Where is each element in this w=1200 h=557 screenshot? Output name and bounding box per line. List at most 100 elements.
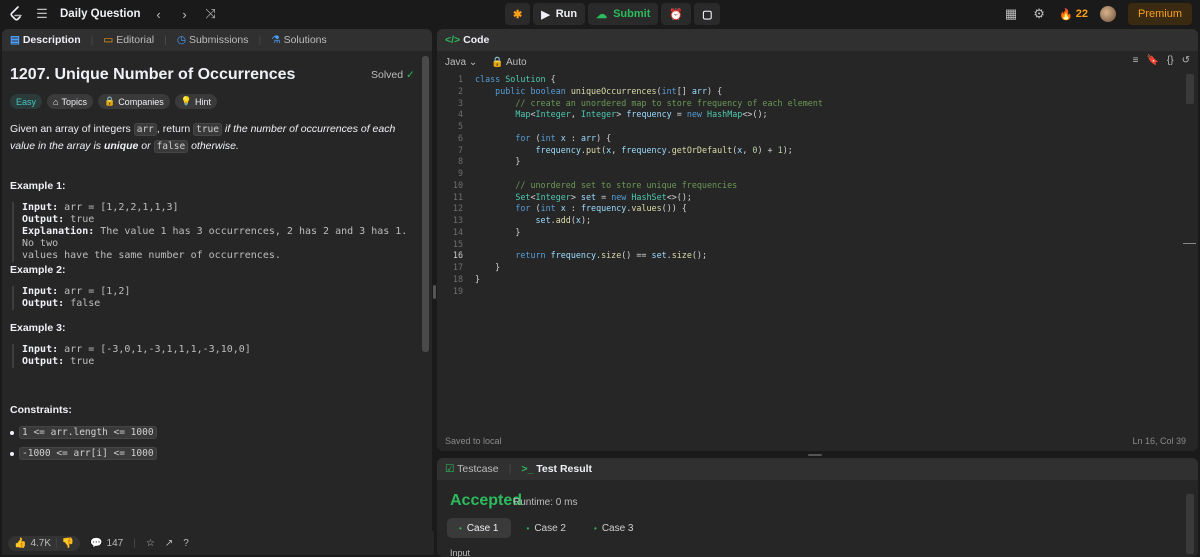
bookmark-icon[interactable]: 🔖	[1146, 55, 1158, 66]
code-line: 6 for (int x : arr) {	[457, 132, 612, 143]
case-tab-1[interactable]: • Case 1	[447, 518, 511, 538]
streak-counter[interactable]: 🔥 22	[1059, 8, 1088, 21]
result-scrollbar[interactable]	[1186, 494, 1194, 554]
code-line: 13 set.add(x);	[452, 215, 592, 225]
example-1-title: Example 1:	[10, 180, 66, 192]
panel-resize-handle[interactable]	[433, 285, 436, 299]
share-icon[interactable]: ↗	[165, 538, 173, 549]
case-tab-2[interactable]: • Case 2	[515, 518, 579, 538]
braces-icon[interactable]: {}	[1167, 55, 1174, 66]
shuffle-icon[interactable]: ⤨	[203, 6, 219, 22]
description-footer: 👍 4.7K | 👎 💬 147 | ☆ ↗ ?	[2, 531, 434, 555]
code-line: 8 }	[457, 156, 521, 167]
fire-icon: 🔥	[1059, 8, 1073, 21]
case-tab-3[interactable]: • Case 3	[582, 518, 646, 538]
problem-tags: Easy ⌂ Topics 🔒 Companies 💡 Hint	[10, 94, 217, 109]
like-button[interactable]: 👍 4.7K | 👎	[8, 535, 81, 551]
comments-button[interactable]: 💬 147	[90, 538, 123, 549]
problem-list-title[interactable]: Daily Question	[60, 8, 141, 20]
code-scrollbar[interactable]	[1186, 74, 1194, 104]
autocomplete-mode[interactable]: 🔒 Auto	[491, 57, 526, 68]
premium-button[interactable]: Premium	[1127, 3, 1192, 25]
save-status: Saved to local	[445, 436, 502, 446]
help-icon[interactable]: ?	[183, 538, 189, 549]
vertical-resize-handle[interactable]	[808, 454, 822, 456]
submit-label: Submit	[613, 8, 651, 20]
code-brackets-icon: </>	[445, 34, 461, 46]
next-problem-icon[interactable]: ›	[177, 7, 193, 22]
code-line: 9	[457, 168, 463, 178]
companies-tag[interactable]: 🔒 Companies	[97, 94, 170, 109]
constraint-item: -1000 <= arr[i] <= 1000	[10, 447, 157, 460]
document-icon: ▤	[10, 34, 20, 46]
layout-icon[interactable]: ▦	[1003, 6, 1019, 22]
tab-test-result[interactable]: >_ Test Result	[521, 463, 592, 475]
tag-icon: ⌂	[53, 96, 59, 107]
lock-icon: 🔒	[103, 96, 116, 106]
code-line: 14 }	[452, 226, 521, 237]
timer-button[interactable]: ⏰	[661, 3, 692, 25]
example-2-title: Example 2:	[10, 264, 66, 276]
like-count: 4.7K	[30, 537, 52, 549]
code-toolbar: Java ⌄ 🔒 Auto ≡ 🔖 {} ↺	[437, 52, 1198, 72]
code-line: 17 }	[452, 262, 501, 272]
bullet	[10, 451, 14, 456]
play-icon: ▶	[541, 8, 550, 21]
tab-solutions[interactable]: ⚗ Solutions	[271, 34, 327, 46]
code-tab-bar: </> Code	[437, 29, 1198, 51]
result-panel: ☑ Testcase | >_ Test Result Accepted Run…	[437, 458, 1198, 557]
input-label: Input	[450, 548, 471, 557]
avatar[interactable]	[1099, 6, 1116, 22]
reset-icon[interactable]: ↺	[1182, 55, 1190, 66]
code-line: 2 public boolean uniqueOccurrences(int[]…	[457, 85, 723, 96]
prev-problem-icon[interactable]: ‹	[151, 7, 167, 22]
settings-gear-icon[interactable]: ⚙	[1031, 6, 1047, 22]
code-line-current: 16 return frequency.size() == set.size()…	[452, 250, 708, 261]
lock-icon: 🔒	[491, 56, 504, 68]
pass-dot-icon: •	[459, 523, 462, 533]
code-line: 1 class Solution {	[457, 74, 556, 84]
topics-tag[interactable]: ⌂ Topics	[47, 94, 93, 109]
code-line: 7 frequency.put(x, frequency.getOrDefaul…	[457, 144, 793, 155]
code-line: 11 Set<Integer> set = new HashSet<>();	[452, 191, 692, 202]
hint-tag[interactable]: 💡 Hint	[174, 94, 217, 109]
constraints-title: Constraints:	[10, 404, 72, 416]
example-3-block: Input: arr = [-3,0,1,-3,1,1,1,-3,10,0] O…	[12, 344, 408, 368]
description-tabs: ▤ Description | ▭ Editorial | ◷ Submissi…	[2, 29, 432, 51]
terminal-icon: >_	[521, 463, 534, 475]
solved-status: Solved ✓	[371, 69, 415, 81]
leetcode-logo-icon[interactable]	[8, 6, 24, 22]
run-button[interactable]: ▶ Run	[533, 3, 586, 25]
notes-button[interactable]: ▢	[694, 3, 721, 25]
tab-code[interactable]: </> Code	[445, 34, 489, 46]
submit-button[interactable]: ☁ Submit	[588, 3, 659, 25]
code-line: 5	[457, 121, 463, 131]
result-status: Accepted	[450, 492, 523, 509]
problem-list-icon[interactable]: ☰	[34, 6, 50, 22]
cursor-line-marker	[1183, 243, 1196, 244]
code-line: 4 Map<Integer, Integer> frequency = new …	[457, 109, 768, 120]
case-tabs: • Case 1 • Case 2 • Case 3	[447, 518, 646, 538]
runtime: Runtime: 0 ms	[513, 497, 578, 508]
tab-description[interactable]: ▤ Description	[10, 34, 81, 46]
code-line: 19	[452, 285, 463, 296]
problem-title[interactable]: 1207. Unique Number of Occurrences	[10, 66, 295, 84]
star-icon[interactable]: ☆	[146, 538, 155, 549]
description-scrollbar[interactable]	[422, 56, 429, 352]
tab-editorial[interactable]: ▭ Editorial	[103, 34, 154, 46]
debug-button[interactable]: ✱	[505, 3, 531, 25]
history-icon: ◷	[176, 34, 187, 46]
difficulty-badge[interactable]: Easy	[10, 94, 43, 109]
pass-dot-icon: •	[594, 523, 597, 533]
format-icon[interactable]: ≡	[1133, 55, 1139, 66]
language-select[interactable]: Java ⌄	[445, 57, 477, 68]
cloud-upload-icon: ☁	[596, 8, 608, 21]
code-editor[interactable]: 1 class Solution { 2 public boolean uniqu…	[437, 74, 1197, 297]
comment-count: 147	[106, 537, 124, 549]
code-line: 18}	[452, 273, 481, 284]
thumbs-down-icon[interactable]: 👎	[62, 538, 74, 549]
checkbox-icon: ☑	[445, 463, 455, 475]
tab-testcase[interactable]: ☑ Testcase	[445, 463, 499, 475]
tab-submissions[interactable]: ◷ Submissions	[177, 34, 249, 46]
alarm-icon: ⏰	[669, 8, 684, 21]
